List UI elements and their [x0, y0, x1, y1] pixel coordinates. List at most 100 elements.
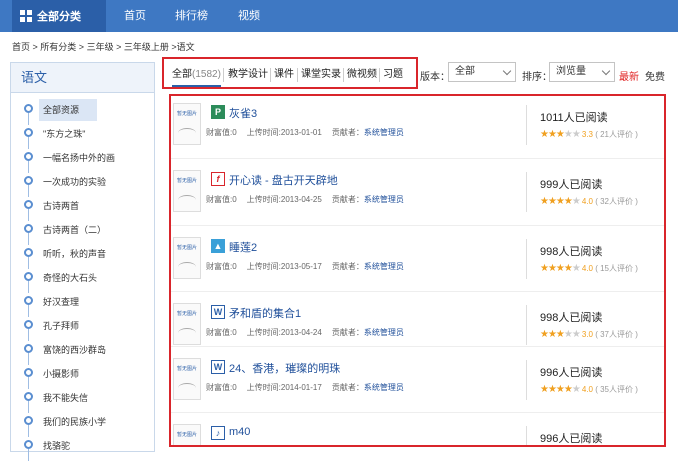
sidebar-title: 语文	[11, 63, 154, 93]
breadcrumb-volume[interactable]: 三年级上册	[124, 42, 169, 52]
contributor-link[interactable]: 系统管理员	[364, 328, 404, 337]
all-categories-button[interactable]: 全部分类	[12, 0, 106, 32]
sidebar-item-label: 全部资源	[39, 99, 98, 121]
sidebar-item[interactable]: 古诗两首（二）	[11, 219, 156, 245]
thumbnail-placeholder[interactable]: 暂无图片	[173, 424, 201, 445]
version-label: 版本：	[420, 72, 450, 83]
tab-class-record[interactable]: 课堂实录	[301, 63, 341, 87]
sidebar-item-label: "东方之珠"	[43, 129, 86, 139]
breadcrumb-home[interactable]: 首页	[12, 42, 30, 52]
thumbnail-placeholder[interactable]: 暂无图片	[173, 170, 201, 212]
sidebar-item-label: 古诗两首	[43, 201, 80, 211]
sidebar-item[interactable]: 古诗两首	[11, 195, 156, 221]
resource-title-link[interactable]: m40	[229, 426, 250, 438]
resource-title-link[interactable]: 矛和盾的集合1	[229, 305, 301, 321]
nav-ranking-link[interactable]: 排行榜	[175, 0, 208, 32]
rating: ★★★★★ 3.3 ( 21人评价 )	[540, 129, 638, 140]
sidebar-item-label: 一幅名扬中外的画	[43, 153, 116, 163]
sidebar-item[interactable]: 一幅名扬中外的画	[11, 147, 156, 173]
sidebar-item[interactable]: 奇怪的大石头	[11, 267, 156, 293]
sidebar-item[interactable]: 孔子拜师	[11, 315, 156, 341]
breadcrumb-all-categories[interactable]: 所有分类	[40, 42, 76, 52]
row-separator	[171, 225, 664, 226]
sidebar-item[interactable]: 一次成功的实验	[11, 171, 156, 197]
placeholder-image-icon	[178, 262, 196, 272]
sort-newest-link[interactable]: 最新	[619, 68, 639, 83]
contributor-label: 贡献者：	[331, 195, 364, 204]
circle-bullet-icon	[24, 152, 33, 161]
sidebar-item[interactable]: 我不能失信	[11, 387, 156, 413]
placeholder-image-icon	[178, 328, 196, 338]
read-count: 999人已阅读	[540, 179, 603, 191]
wealth-value: 财富值:0	[206, 383, 237, 392]
rating: ★★★★★ 4.0 ( 32人评价 )	[540, 196, 638, 207]
resource-title-link[interactable]: 睡莲2	[229, 239, 257, 255]
breadcrumb-sep: >	[76, 42, 87, 52]
rating: ★★★★★ 4.0 ( 15人评价 )	[540, 263, 638, 274]
filter-free-link[interactable]: 免费	[645, 68, 665, 83]
sort-label: 排序：	[522, 72, 552, 83]
resource-title-link[interactable]: 24、香港，璀璨的明珠	[229, 360, 340, 376]
sidebar-list: 全部资源 "东方之珠" 一幅名扬中外的画一次成功的实验古诗两首古诗两首（二） 听听，秋…	[11, 99, 156, 461]
pdf-icon: f	[211, 172, 225, 186]
thumbnail-placeholder[interactable]: 暂无图片	[173, 103, 201, 145]
read-count: 998人已阅读	[540, 312, 603, 324]
resource-title-link[interactable]: 开心读 - 盘古开天辟地	[229, 172, 338, 188]
sidebar-item-label: 富饶的西沙群岛	[43, 345, 107, 355]
breadcrumb-grade[interactable]: 三年级	[87, 42, 114, 52]
sidebar-item[interactable]: 找骆驼	[11, 435, 156, 461]
music-icon: ♪	[211, 426, 225, 440]
contributor-label: 贡献者：	[331, 328, 364, 337]
thumbnail-text: 暂无图片	[176, 311, 197, 317]
tab-all[interactable]: 全部(1582)	[172, 63, 221, 87]
image-icon: ▲	[211, 239, 225, 253]
read-count: 996人已阅读	[540, 367, 603, 379]
upload-date: 上传时间:2013-01-01	[246, 128, 322, 137]
version-select[interactable]: 全部	[448, 62, 516, 82]
row-divider	[526, 426, 527, 445]
thumbnail-placeholder[interactable]: 暂无图片	[173, 303, 201, 345]
circle-bullet-icon	[24, 176, 33, 185]
tab-courseware[interactable]: 课件	[274, 63, 294, 87]
circle-bullet-icon	[24, 200, 33, 209]
resource-type-tabs: 全部(1582) 教学设计 课件 课堂实录 微视频 习题	[162, 57, 418, 89]
thumbnail-text: 暂无图片	[176, 366, 197, 372]
sidebar-item[interactable]: 全部资源	[11, 99, 156, 125]
sidebar-item[interactable]: 富饶的西沙群岛	[11, 339, 156, 365]
thumbnail-text: 暂无图片	[176, 111, 197, 117]
sidebar-item[interactable]: 听听，秋的声音	[11, 243, 156, 269]
tab-divider	[343, 68, 344, 82]
circle-bullet-icon	[24, 248, 33, 257]
wealth-value: 财富值:0	[206, 262, 237, 271]
contributor-link[interactable]: 系统管理员	[364, 128, 404, 137]
ppt-icon: P	[211, 105, 225, 119]
nav-video-link[interactable]: 视频	[238, 0, 260, 32]
sidebar-item[interactable]: 好汉查理	[11, 291, 156, 317]
contributor-link[interactable]: 系统管理员	[364, 195, 404, 204]
nav-home-link[interactable]: 首页	[124, 0, 146, 32]
star-rating: ★★★★★	[540, 263, 581, 274]
row-divider	[526, 105, 527, 145]
placeholder-image-icon	[178, 195, 196, 205]
contributor-link[interactable]: 系统管理员	[364, 262, 404, 271]
sidebar-item[interactable]: 小摄影师	[11, 363, 156, 389]
circle-bullet-icon	[24, 368, 33, 377]
sidebar-item[interactable]: 我们的民族小学	[11, 411, 156, 437]
row-divider	[526, 172, 527, 212]
breadcrumb: 首页 > 所有分类 > 三年级 > 三年级上册 >语文	[12, 40, 195, 53]
contributor-link[interactable]: 系统管理员	[364, 383, 404, 392]
thumbnail-placeholder[interactable]: 暂无图片	[173, 358, 201, 400]
tab-micro-video[interactable]: 微视频	[347, 63, 377, 87]
thumbnail-placeholder[interactable]: 暂无图片	[173, 237, 201, 279]
tab-teaching-design[interactable]: 教学设计	[228, 63, 268, 87]
row-divider	[526, 360, 527, 400]
contributor-label: 贡献者：	[331, 262, 364, 271]
resource-title-link[interactable]: 灰雀3	[229, 105, 257, 121]
sidebar-item[interactable]: "东方之珠"	[11, 123, 156, 149]
sort-select-value: 浏览量	[556, 66, 586, 77]
tab-exercises[interactable]: 习题	[383, 63, 403, 87]
circle-bullet-icon	[24, 272, 33, 281]
sidebar: 语文 全部资源 "东方之珠" 一幅名扬中外的画一次成功的实验古诗两首古诗两首（二） 听…	[10, 62, 155, 461]
sidebar-item-label: 古诗两首（二）	[43, 225, 107, 235]
sort-select[interactable]: 浏览量	[549, 62, 615, 82]
